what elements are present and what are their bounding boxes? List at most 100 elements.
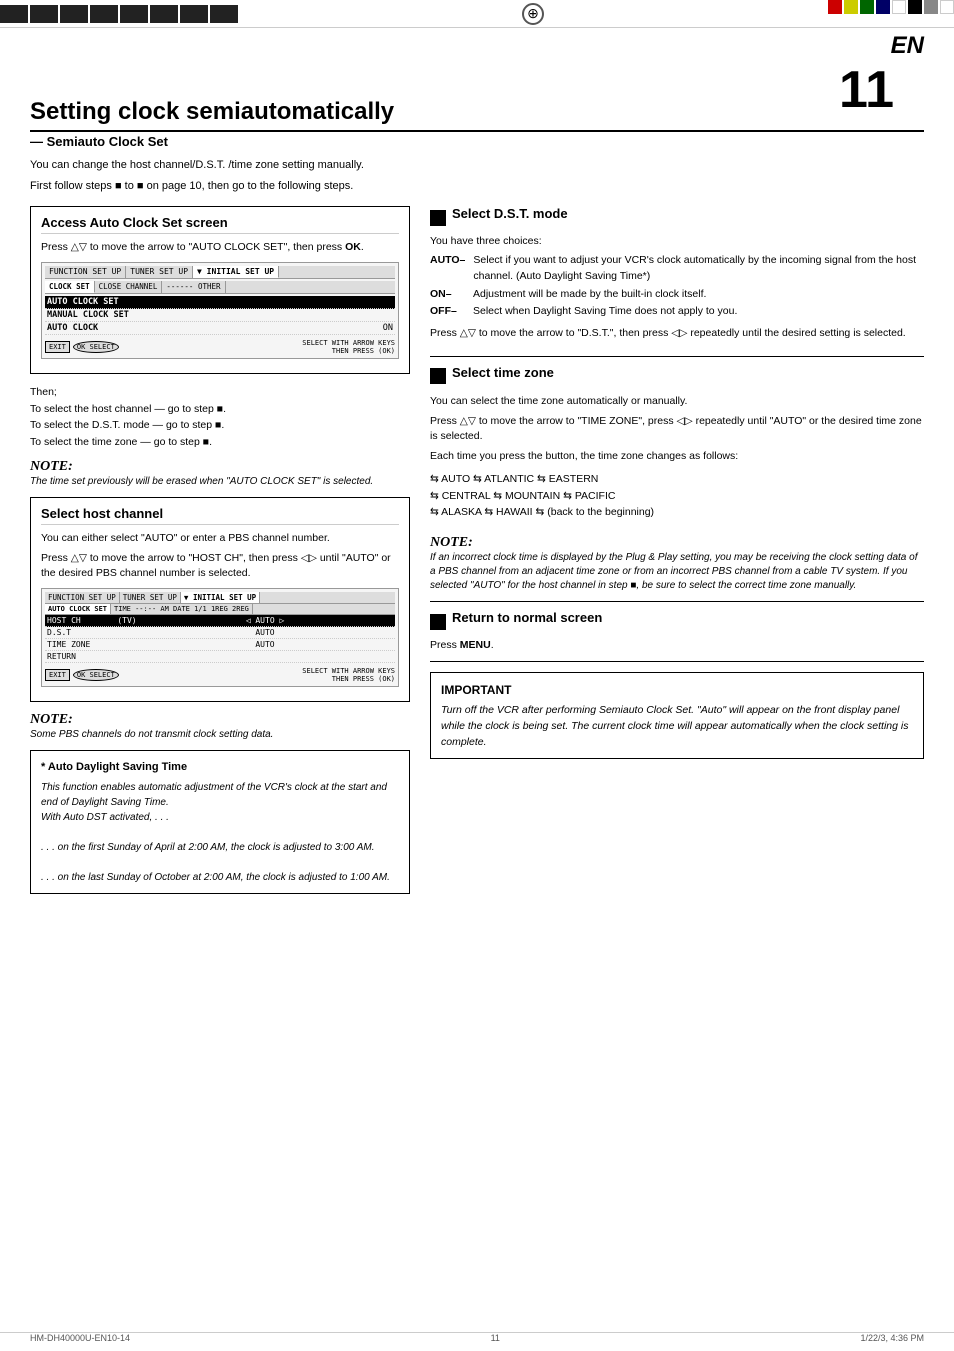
host-text1: You can either select "AUTO" or enter a …	[41, 531, 399, 547]
important-box: IMPORTANT Turn off the VCR after perform…	[430, 672, 924, 759]
auto-dst-line1: This function enables automatic adjustme…	[41, 780, 399, 810]
note1-text: The time set previously will be erased w…	[30, 475, 410, 489]
subtab-other: ------ OTHER	[162, 281, 225, 293]
deco-block-6	[150, 5, 178, 23]
right-column: Select D.S.T. mode You have three choice…	[430, 206, 924, 894]
host-channel-section: Select host channel You can either selec…	[30, 497, 410, 702]
exit-btn2[interactable]: EXIT	[45, 669, 70, 681]
tz-list: ⇆ AUTO ⇆ ATLANTIC ⇆ EASTERN ⇆ CENTRAL ⇆ …	[430, 471, 924, 521]
screen2-row-dst: D.S.T AUTO	[45, 627, 395, 639]
tz-title: Select time zone	[452, 365, 554, 382]
screen1-row-auto-clock-set: AUTO CLOCK SET ►	[45, 296, 395, 309]
dst-on-mode: ON–	[430, 287, 465, 303]
tz-text2: Press △▽ to move the arrow to "TIME ZONE…	[430, 414, 924, 446]
auto-dst-title: * Auto Daylight Saving Time	[41, 759, 399, 776]
note1-title: NOTE:	[30, 459, 410, 475]
subtab-clock-set: CLOCK SET	[45, 281, 95, 293]
screen2-row-timezone: TIME ZONE AUTO	[45, 639, 395, 651]
return-section-header: Return to normal screen	[430, 610, 924, 633]
tz-row-3: ⇆ ALASKA ⇆ HAWAII ⇆ (back to the beginni…	[430, 504, 924, 521]
tz-section-header: Select time zone	[430, 365, 924, 388]
screen2-mockup: FUNCTION SET UP TUNER SET UP ▼ INITIAL S…	[41, 588, 399, 687]
deco-sq-gray	[924, 0, 938, 14]
note2-text: Some PBS channels do not transmit clock …	[30, 728, 410, 742]
then-steps: Then; To select the host channel — go to…	[30, 384, 410, 451]
page-intro: You can change the host channel/D.S.T. /…	[30, 157, 924, 194]
dst-table: AUTO– Select if you want to adjust your …	[430, 253, 924, 320]
s2-tab-initial: ▼ INITIAL SET UP	[181, 592, 260, 603]
note1-box: NOTE: The time set previously will be er…	[30, 459, 410, 489]
important-text: Turn off the VCR after performing Semiau…	[441, 703, 913, 750]
screen2-sub-row: AUTO CLOCK SET TIME --:-- AM DATE 1/1 1R…	[45, 604, 395, 615]
s2-subtab-time: TIME --:-- AM DATE 1/1 1REG 2REG	[111, 604, 253, 614]
dst-auto-desc: Select if you want to adjust your VCR's …	[473, 253, 924, 285]
dst-section: Select D.S.T. mode You have three choice…	[430, 206, 924, 342]
screen1-row-auto-clock: AUTO CLOCK ON	[45, 322, 395, 335]
screen1-row-manual-clock-set: MANUAL CLOCK SET	[45, 309, 395, 322]
screen1-bottom: EXIT OK SELECT SELECT WITH ARROW KEYSTHE…	[45, 339, 395, 355]
footer: HM-DH40000U-EN10-14 11 1/22/3, 4:36 PM	[0, 1332, 954, 1343]
tz-zone-2: ⇆ CENTRAL ⇆ MOUNTAIN ⇆ PACIFIC	[430, 488, 615, 505]
ok-btn[interactable]: OK SELECT	[73, 341, 119, 353]
tab-function-set-up: FUNCTION SET UP	[45, 266, 126, 278]
page-title: Setting clock semiautomatically	[30, 98, 924, 132]
dst-icon-block	[430, 210, 446, 226]
left-column: Access Auto Clock Set screen Press △▽ to…	[30, 206, 410, 894]
host-channel-text: You can either select "AUTO" or enter a …	[41, 531, 399, 582]
note3-text: If an incorrect clock time is displayed …	[430, 551, 924, 593]
page-subtitle: — Semiauto Clock Set	[30, 134, 924, 149]
auto-dst-box: * Auto Daylight Saving Time This functio…	[30, 750, 410, 894]
divider1	[430, 356, 924, 357]
tz-zone-3: ⇆ ALASKA ⇆ HAWAII ⇆ (back to the beginni…	[430, 504, 654, 521]
s2-subtab-auto: AUTO CLOCK SET	[45, 604, 111, 614]
note3-box: NOTE: If an incorrect clock time is disp…	[430, 535, 924, 593]
screen1-instruction: SELECT WITH ARROW KEYSTHEN PRESS (OK)	[302, 339, 395, 355]
footer-right: 1/22/3, 4:36 PM	[860, 1333, 924, 1343]
deco-sq-yellow	[844, 0, 858, 14]
access-instruction: Press △▽ to move the arrow to "AUTO CLOC…	[41, 240, 399, 256]
deco-block-8	[210, 5, 238, 23]
copyright-symbol: ⊕	[522, 3, 544, 25]
access-section-box: Access Auto Clock Set screen Press △▽ to…	[30, 206, 410, 374]
important-title: IMPORTANT	[441, 681, 913, 699]
tab-tuner-set-up: TUNER SET UP	[126, 266, 193, 278]
dst-off-row: OFF– Select when Daylight Saving Time do…	[430, 304, 924, 320]
note3-title: NOTE:	[430, 535, 924, 551]
return-icon-block	[430, 614, 446, 630]
note2-title: NOTE:	[30, 712, 410, 728]
deco-block-5	[120, 5, 148, 23]
deco-block-4	[90, 5, 118, 23]
divider3	[430, 661, 924, 662]
dst-auto-row: AUTO– Select if you want to adjust your …	[430, 253, 924, 285]
screen2-bottom: EXIT OK SELECT SELECT WITH ARROW KEYSTHE…	[45, 667, 395, 683]
deco-block-1	[0, 5, 28, 23]
host-channel-title: Select host channel	[41, 506, 399, 525]
subtab-close-channel: CLOSE CHANNEL	[95, 281, 163, 293]
top-bar-left-decoration	[0, 0, 238, 27]
deco-sq-black	[908, 0, 922, 14]
auto-dst-line4: . . . on the last Sunday of October at 2…	[41, 870, 399, 885]
deco-block-7	[180, 5, 208, 23]
access-section-title: Access Auto Clock Set screen	[41, 215, 399, 234]
screen1-sub-tabs: CLOCK SET CLOSE CHANNEL ------ OTHER	[45, 281, 395, 294]
footer-center: 11	[491, 1333, 500, 1343]
s2-tab-tuner: TUNER SET UP	[120, 592, 181, 603]
intro-line1: You can change the host channel/D.S.T. /…	[30, 157, 924, 174]
top-bar-right-decoration	[828, 0, 954, 27]
main-content: Setting clock semiautomatically — Semiau…	[0, 28, 954, 924]
screen2-instruction: SELECT WITH ARROW KEYSTHEN PRESS (OK)	[302, 667, 395, 683]
dst-auto-mode: AUTO–	[430, 253, 465, 285]
intro-line2: First follow steps ■ to ■ on page 10, th…	[30, 178, 924, 195]
then-step3: To select the time zone — go to step ■.	[30, 434, 410, 451]
tz-text3: Each time you press the button, the time…	[430, 449, 924, 465]
dst-on-row: ON– Adjustment will be made by the built…	[430, 287, 924, 303]
exit-btn[interactable]: EXIT	[45, 341, 70, 353]
then-step1: To select the host channel — go to step …	[30, 401, 410, 418]
ok-btn2[interactable]: OK SELECT	[73, 669, 119, 681]
deco-sq-white2	[940, 0, 954, 14]
return-text: Press MENU.	[430, 639, 924, 651]
footer-left: HM-DH40000U-EN10-14	[30, 1333, 130, 1343]
s2-tab-function: FUNCTION SET UP	[45, 592, 120, 603]
deco-block-2	[30, 5, 58, 23]
tz-icon-block	[430, 368, 446, 384]
